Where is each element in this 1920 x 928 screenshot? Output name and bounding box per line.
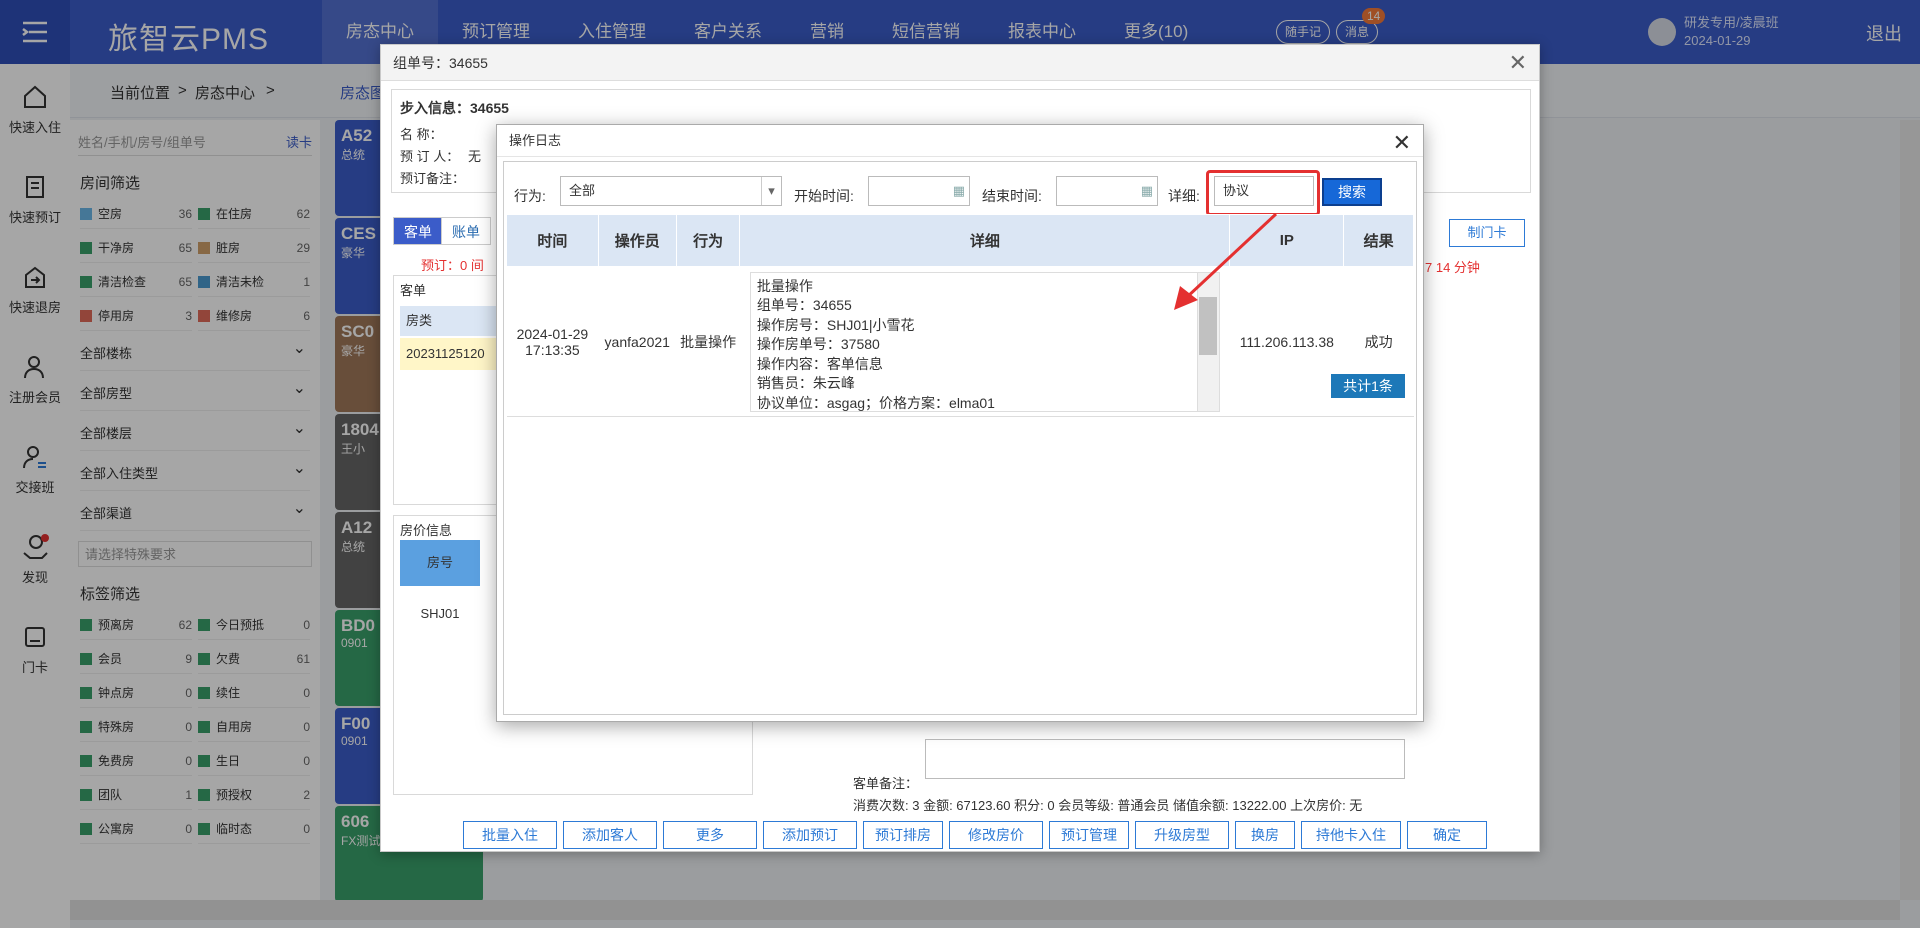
col-detail: 详细 bbox=[739, 214, 1231, 267]
row-operator: yanfa2021 bbox=[598, 266, 677, 417]
action-button[interactable]: 添加预订 bbox=[763, 821, 857, 849]
col-result: 结果 bbox=[1343, 214, 1414, 267]
tab-bill[interactable]: 账单 bbox=[441, 217, 491, 245]
action-button[interactable]: 修改房价 bbox=[949, 821, 1043, 849]
annotation-arrow-icon bbox=[1174, 212, 1278, 310]
col-operator: 操作员 bbox=[597, 214, 677, 267]
operation-log-dialog: 操作日志 ✕ 行为: 全部 ▾ 开始时间: ▦ 结束时间: ▦ 详细: 协议 搜索 … bbox=[496, 124, 1424, 722]
row-time: 2024-01-29 17:13:35 bbox=[506, 266, 599, 417]
col-action: 行为 bbox=[675, 214, 741, 267]
detail-line: 协议单位：asgag；价格方案：elma01 bbox=[756, 394, 995, 411]
detail-line: 操作房单号：37580 bbox=[756, 336, 880, 352]
member-stats: 消费次数: 3 金额: 67123.60 积分: 0 会员等级: 普通会员 储值… bbox=[853, 798, 1363, 813]
room-no-header: 房号 bbox=[400, 540, 480, 586]
action-button[interactable]: 预订管理 bbox=[1049, 821, 1129, 849]
log-dialog-header: 操作日志 ✕ bbox=[497, 125, 1423, 157]
calendar-icon: ▦ bbox=[952, 183, 965, 198]
order-id-cell[interactable]: 20231125120 bbox=[400, 338, 500, 370]
log-dialog-title: 操作日志 bbox=[509, 133, 562, 148]
action-button[interactable]: 更多 bbox=[663, 821, 757, 849]
action-button[interactable]: 确定 bbox=[1407, 821, 1487, 849]
guest-remark-input[interactable] bbox=[925, 739, 1405, 779]
dialog-title: 组单号：34655 bbox=[393, 55, 488, 71]
make-card-button[interactable]: 制门卡 bbox=[1449, 219, 1525, 247]
action-label: 行为: bbox=[514, 188, 546, 204]
guest-remark-label: 客单备注： bbox=[853, 776, 919, 791]
total-count-badge: 共计1条 bbox=[1331, 374, 1405, 398]
action-select[interactable]: 全部 ▾ bbox=[560, 176, 782, 206]
booker-value: 无 bbox=[468, 149, 482, 164]
end-time-label: 结束时间: bbox=[982, 188, 1042, 204]
booking-count: 预订：0 间 bbox=[421, 258, 484, 273]
search-button[interactable]: 搜索 bbox=[1322, 178, 1382, 206]
chevron-down-icon: ▾ bbox=[761, 177, 781, 205]
start-time-label: 开始时间: bbox=[794, 188, 854, 204]
end-time-input[interactable]: ▦ bbox=[1056, 176, 1158, 206]
close-icon[interactable]: ✕ bbox=[1393, 127, 1411, 159]
room-no-cell: SHJ01 bbox=[420, 606, 460, 621]
checkin-info-title: 步入信息：34655 bbox=[400, 100, 509, 116]
detail-line: 销售员：朱云峰 bbox=[756, 375, 855, 391]
calendar-icon: ▦ bbox=[1140, 183, 1153, 198]
col-time: 时间 bbox=[506, 214, 599, 267]
start-time-input[interactable]: ▦ bbox=[868, 176, 970, 206]
remaining-time: 7 14 分钟 bbox=[1425, 260, 1480, 275]
action-button[interactable]: 换房 bbox=[1235, 821, 1295, 849]
log-dialog-body: 行为: 全部 ▾ 开始时间: ▦ 结束时间: ▦ 详细: 协议 搜索 时间 操作员… bbox=[503, 161, 1417, 715]
close-icon[interactable]: ✕ bbox=[1509, 45, 1527, 81]
guest-order-title: 客单 bbox=[400, 283, 427, 298]
detail-line: 组单号：34655 bbox=[756, 297, 852, 313]
dialog-header: 组单号：34655 ✕ bbox=[381, 45, 1539, 81]
detail-textarea[interactable]: 批量操作组单号：34655 操作房号：SHJ01|小雪花 操作房单号：37580 操作… bbox=[749, 271, 1220, 412]
action-button[interactable]: 添加客人 bbox=[563, 821, 657, 849]
action-button[interactable]: 升级房型 bbox=[1135, 821, 1229, 849]
booker-label: 预 订 人： bbox=[400, 149, 460, 164]
row-action: 批量操作 bbox=[676, 266, 740, 417]
detail-line: 操作房号：SHJ01|小雪花 bbox=[756, 316, 915, 333]
name-label: 名 称： bbox=[400, 127, 443, 142]
room-price-title: 房价信息 bbox=[400, 523, 453, 538]
action-button[interactable]: 持他卡入住 bbox=[1301, 821, 1401, 849]
detail-line: 批量操作 bbox=[756, 277, 813, 294]
room-type-header: 房类 bbox=[400, 306, 500, 336]
booking-remark-label: 预订备注： bbox=[400, 171, 466, 186]
tab-guest-order[interactable]: 客单 bbox=[393, 217, 443, 245]
action-button[interactable]: 预订排房 bbox=[863, 821, 943, 849]
action-button[interactable]: 批量入住 bbox=[463, 821, 557, 849]
detail-line: 操作内容：客单信息 bbox=[756, 355, 883, 372]
detail-label: 详细: bbox=[1168, 188, 1200, 204]
